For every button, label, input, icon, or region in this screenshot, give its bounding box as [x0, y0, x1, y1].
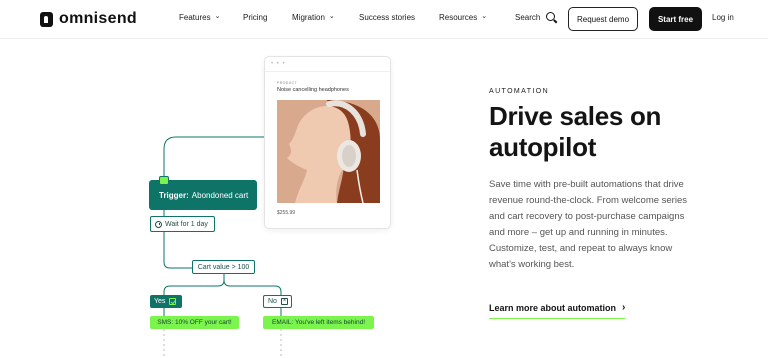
no-label: No: [268, 298, 277, 305]
nav-item-migration[interactable]: Migration ⌄: [292, 13, 335, 22]
yes-label: Yes: [154, 298, 166, 305]
card-divider: [265, 71, 390, 72]
condition-node: Cart value > 100: [192, 260, 255, 274]
card-price: $255.99: [277, 210, 296, 216]
product-card: • • • PRODUCT Noise cancelling headphone…: [264, 56, 391, 229]
nav-item-label: Resources: [439, 13, 478, 22]
wait-node: Wait for 1 day: [150, 216, 215, 232]
woman-with-headphones-image: [277, 100, 380, 203]
learn-more-label: Learn more about automation: [489, 303, 617, 313]
nav-item-label: Success stories: [359, 13, 416, 22]
chevron-right-icon: ›: [622, 302, 626, 313]
check-icon: [169, 298, 177, 305]
card-product-title: Noise cancelling headphones: [277, 87, 349, 93]
login-link[interactable]: Log in: [712, 13, 734, 22]
automation-illustration: • • • PRODUCT Noise cancelling headphone…: [0, 40, 440, 358]
nav-item-pricing[interactable]: Pricing: [243, 13, 267, 22]
window-dots: • • •: [271, 61, 286, 67]
logo[interactable]: omnisend: [40, 9, 137, 29]
logo-text: omnisend: [59, 10, 137, 27]
x-icon: ×: [280, 298, 288, 305]
top-nav: omnisend Features ⌄ Pricing Migration ⌄ …: [0, 0, 768, 39]
wait-label: Wait for 1 day: [165, 220, 208, 228]
search-icon: [546, 12, 557, 23]
learn-more-link[interactable]: Learn more about automation ›: [489, 302, 626, 319]
product-photo: [277, 100, 380, 203]
section-headline: Drive sales on autopilot: [489, 101, 662, 162]
start-free-button[interactable]: Start free: [649, 7, 702, 31]
nav-item-label: Features: [179, 13, 211, 22]
section-eyebrow: AUTOMATION: [489, 88, 550, 95]
nav-item-resources[interactable]: Resources ⌄: [439, 13, 487, 22]
nav-item-label: Pricing: [243, 13, 268, 22]
section-description: Save time with pre-built automations tha…: [489, 179, 687, 270]
logo-icon: [40, 11, 53, 27]
nav-item-features[interactable]: Features ⌄: [179, 13, 220, 22]
trigger-label: Trigger:: [159, 190, 189, 200]
card-eyebrow: PRODUCT: [277, 81, 298, 85]
clock-icon: [155, 220, 162, 228]
no-branch: No ×: [263, 295, 292, 308]
yes-branch: Yes: [150, 295, 182, 308]
nav-item-label: Migration: [292, 13, 325, 22]
chevron-down-icon: ⌄: [214, 13, 221, 20]
trigger-value: Abondoned cart: [191, 190, 249, 200]
sms-action-node: SMS: 10% OFF your cart!: [150, 316, 239, 329]
cart-badge-icon: [159, 176, 169, 185]
request-demo-button[interactable]: Request demo: [568, 7, 638, 31]
search-label: Search: [515, 13, 541, 22]
chevron-down-icon: ⌄: [481, 13, 488, 20]
email-action-node: EMAIL: You've left items behind!: [263, 316, 374, 329]
nav-item-success-stories[interactable]: Success stories: [359, 13, 415, 22]
search-button[interactable]: Search: [515, 12, 557, 23]
chevron-down-icon: ⌄: [328, 13, 335, 20]
